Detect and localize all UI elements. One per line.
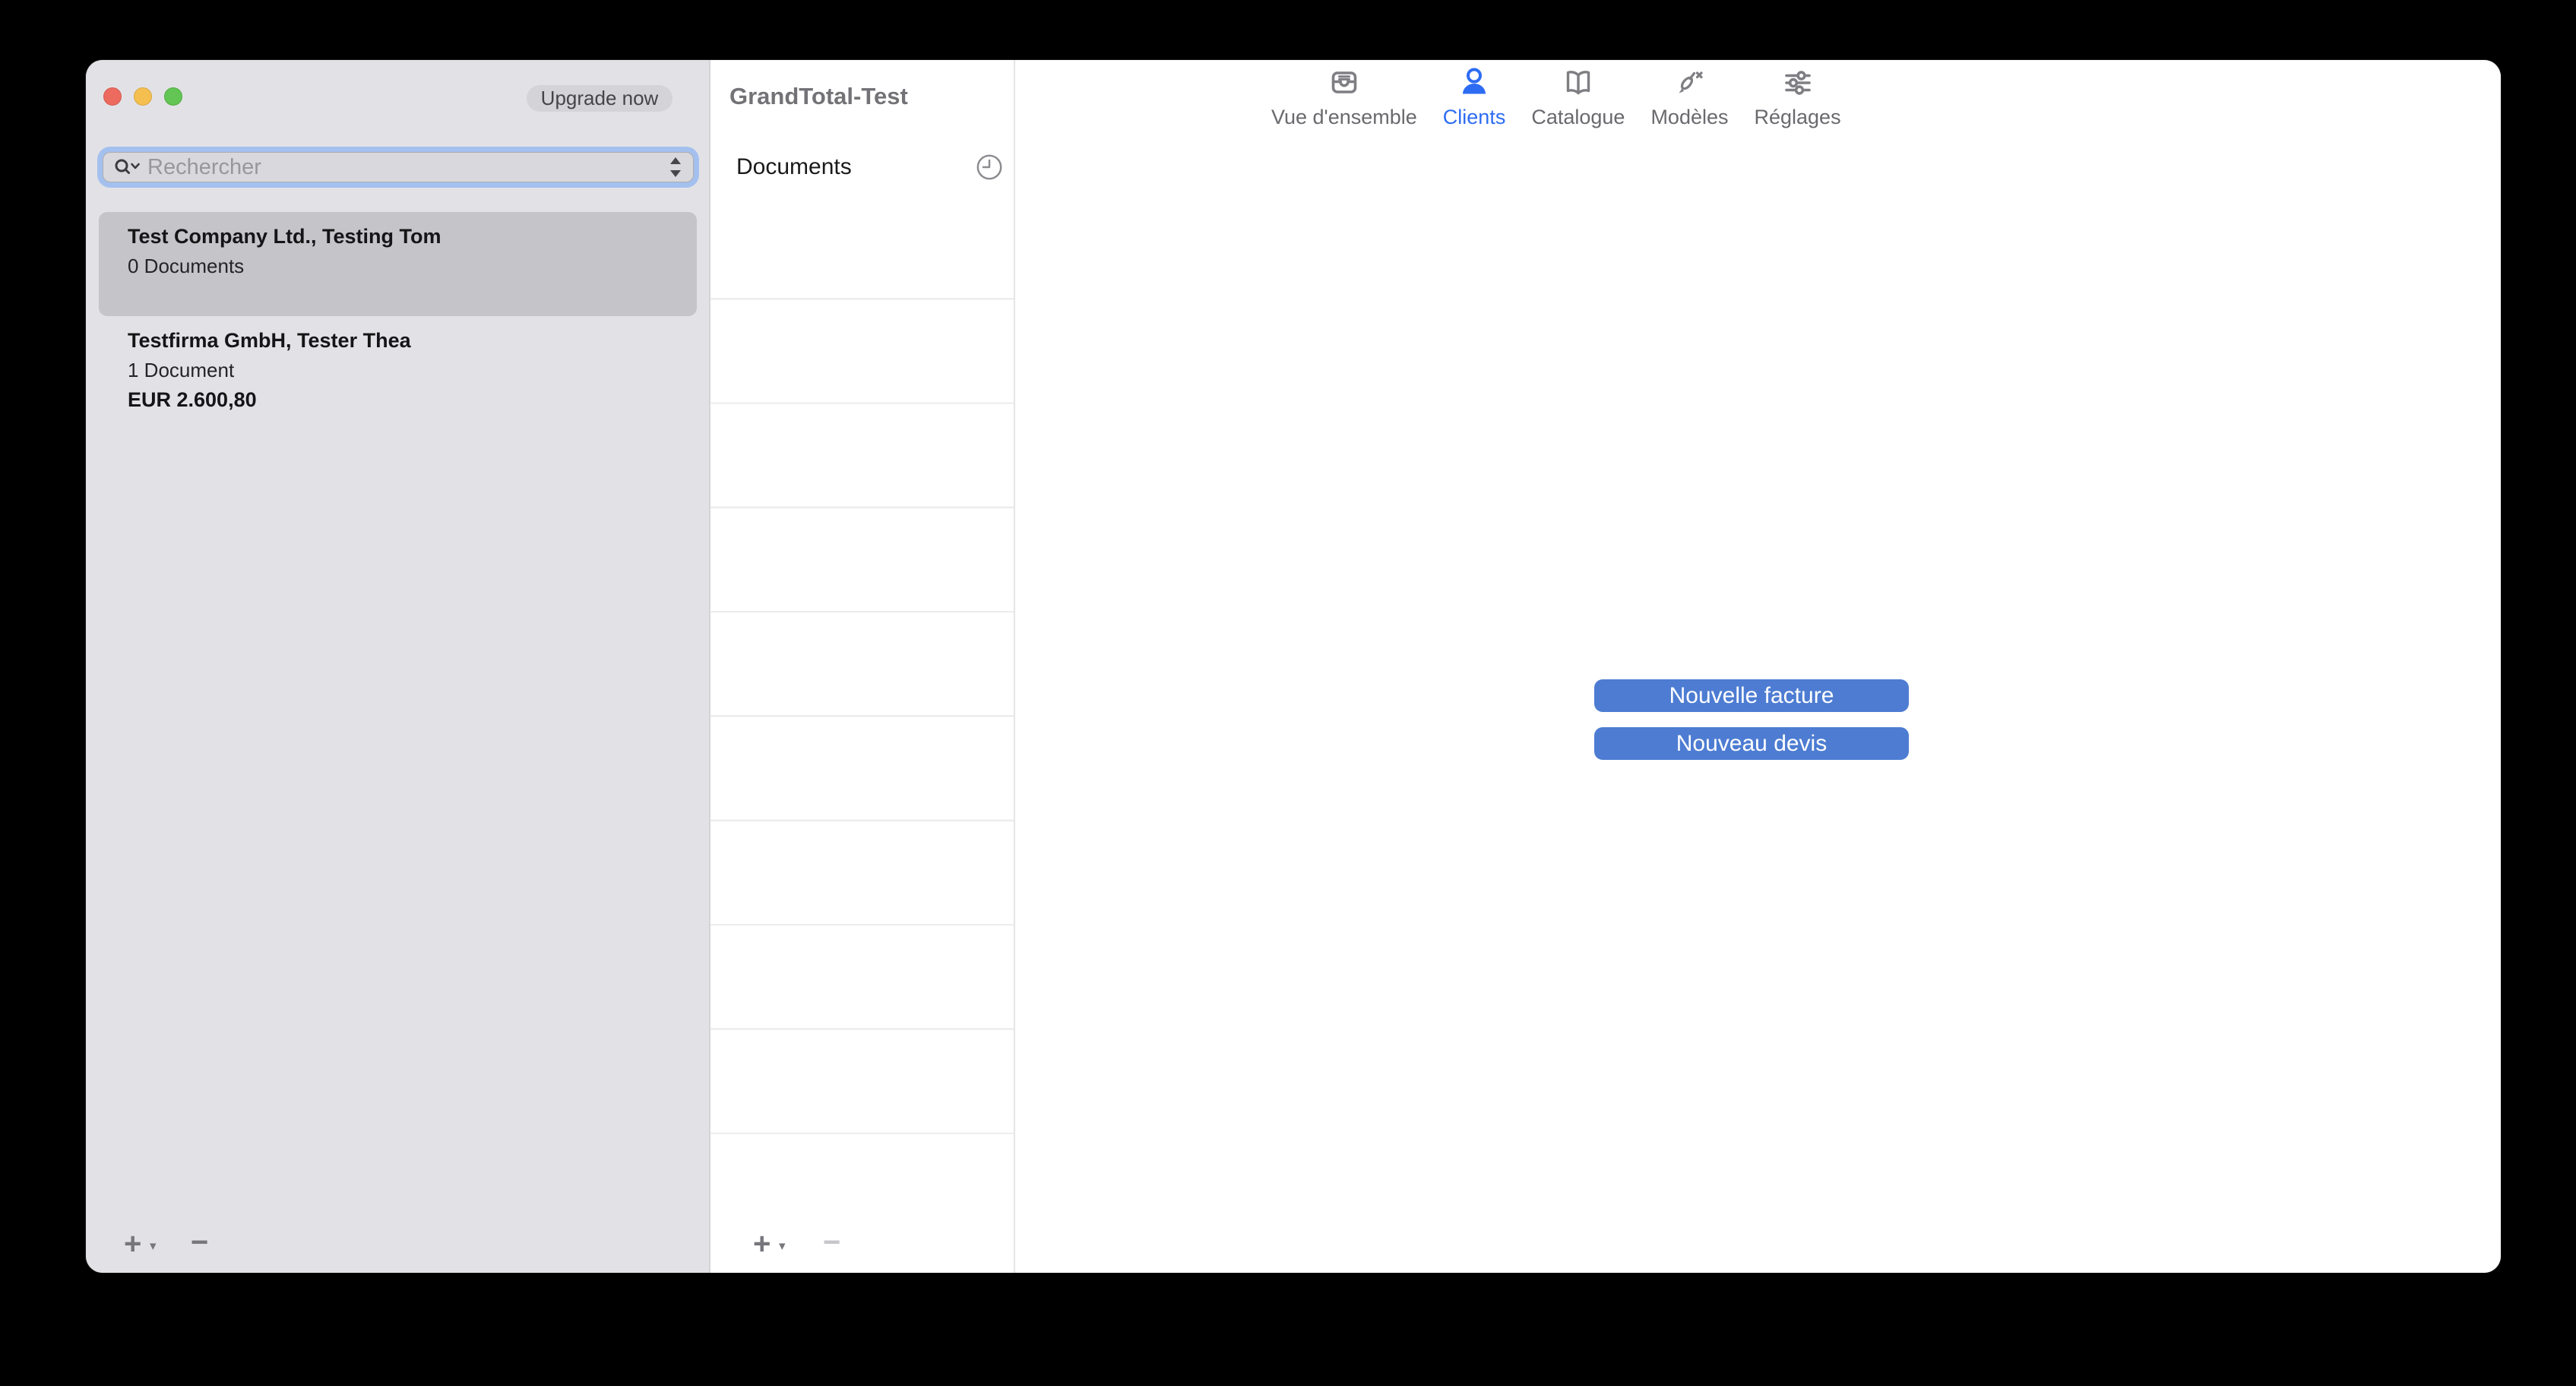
- sidebar: Upgrade now Rechercher Test Company Ltd.…: [86, 60, 710, 1273]
- new-invoice-button[interactable]: Nouvelle facture: [1594, 679, 1909, 712]
- stepper-down-icon: [670, 170, 681, 177]
- app-window: Upgrade now Rechercher Test Company Ltd.…: [86, 60, 2501, 1273]
- sliders-icon: [1781, 66, 1815, 103]
- search-placeholder: Rechercher: [147, 155, 261, 180]
- window-controls: [103, 87, 182, 106]
- add-client-menu-caret[interactable]: ▾: [150, 1239, 157, 1252]
- search-input[interactable]: Rechercher: [103, 152, 694, 182]
- recent-documents-clock-icon[interactable]: [975, 153, 1004, 182]
- brush-pen-icon: [1673, 66, 1706, 103]
- window-title: GrandTotal-Test: [729, 83, 908, 110]
- toolbar: Vue d'ensemble Clients: [1271, 66, 1841, 129]
- toolbar-label: Clients: [1443, 106, 1506, 129]
- documents-header: Documents: [736, 154, 852, 180]
- remove-client-button[interactable]: −: [191, 1227, 208, 1258]
- upgrade-now-button[interactable]: Upgrade now: [527, 85, 672, 112]
- toolbar-item-catalogue[interactable]: Catalogue: [1531, 66, 1625, 129]
- search-field-focus-ring: Rechercher: [97, 147, 699, 188]
- add-document-menu-caret[interactable]: ▾: [779, 1239, 786, 1252]
- toolbar-item-overview[interactable]: Vue d'ensemble: [1271, 66, 1417, 129]
- client-list-item[interactable]: Testfirma GmbH, Tester Thea 1 Document E…: [99, 316, 697, 438]
- close-button[interactable]: [103, 87, 122, 106]
- toolbar-label: Réglages: [1755, 106, 1841, 129]
- client-list-item[interactable]: Test Company Ltd., Testing Tom 0 Documen…: [99, 212, 697, 316]
- search-icon: [114, 157, 141, 178]
- client-name: Testfirma GmbH, Tester Thea: [128, 329, 682, 352]
- book-icon: [1562, 66, 1595, 103]
- person-icon: [1457, 66, 1491, 103]
- minimize-button[interactable]: [134, 87, 152, 106]
- remove-document-button[interactable]: −: [823, 1227, 840, 1258]
- add-client-button[interactable]: +: [124, 1229, 141, 1259]
- toolbar-label: Vue d'ensemble: [1271, 106, 1417, 129]
- toolbar-item-templates[interactable]: Modèles: [1650, 66, 1728, 129]
- toolbar-item-settings[interactable]: Réglages: [1755, 66, 1841, 129]
- add-document-button[interactable]: +: [753, 1229, 771, 1259]
- search-stepper[interactable]: [670, 157, 681, 177]
- toolbar-label: Modèles: [1650, 106, 1728, 129]
- documents-table: [710, 195, 1014, 1196]
- zoom-button[interactable]: [164, 87, 182, 106]
- client-document-count: 0 Documents: [128, 255, 682, 277]
- new-quote-button[interactable]: Nouveau devis: [1594, 727, 1909, 760]
- main-content: Vue d'ensemble Clients: [1015, 60, 2501, 1273]
- stepper-up-icon: [670, 157, 681, 164]
- client-name: Test Company Ltd., Testing Tom: [128, 225, 682, 248]
- client-total-amount: EUR 2.600,80: [128, 388, 682, 411]
- client-document-count: 1 Document: [128, 359, 682, 381]
- toolbar-label: Catalogue: [1531, 106, 1625, 129]
- archive-box-icon: [1328, 66, 1361, 103]
- documents-panel: GrandTotal-Test Documents + ▾ −: [710, 60, 1015, 1273]
- toolbar-item-clients[interactable]: Clients: [1443, 66, 1506, 129]
